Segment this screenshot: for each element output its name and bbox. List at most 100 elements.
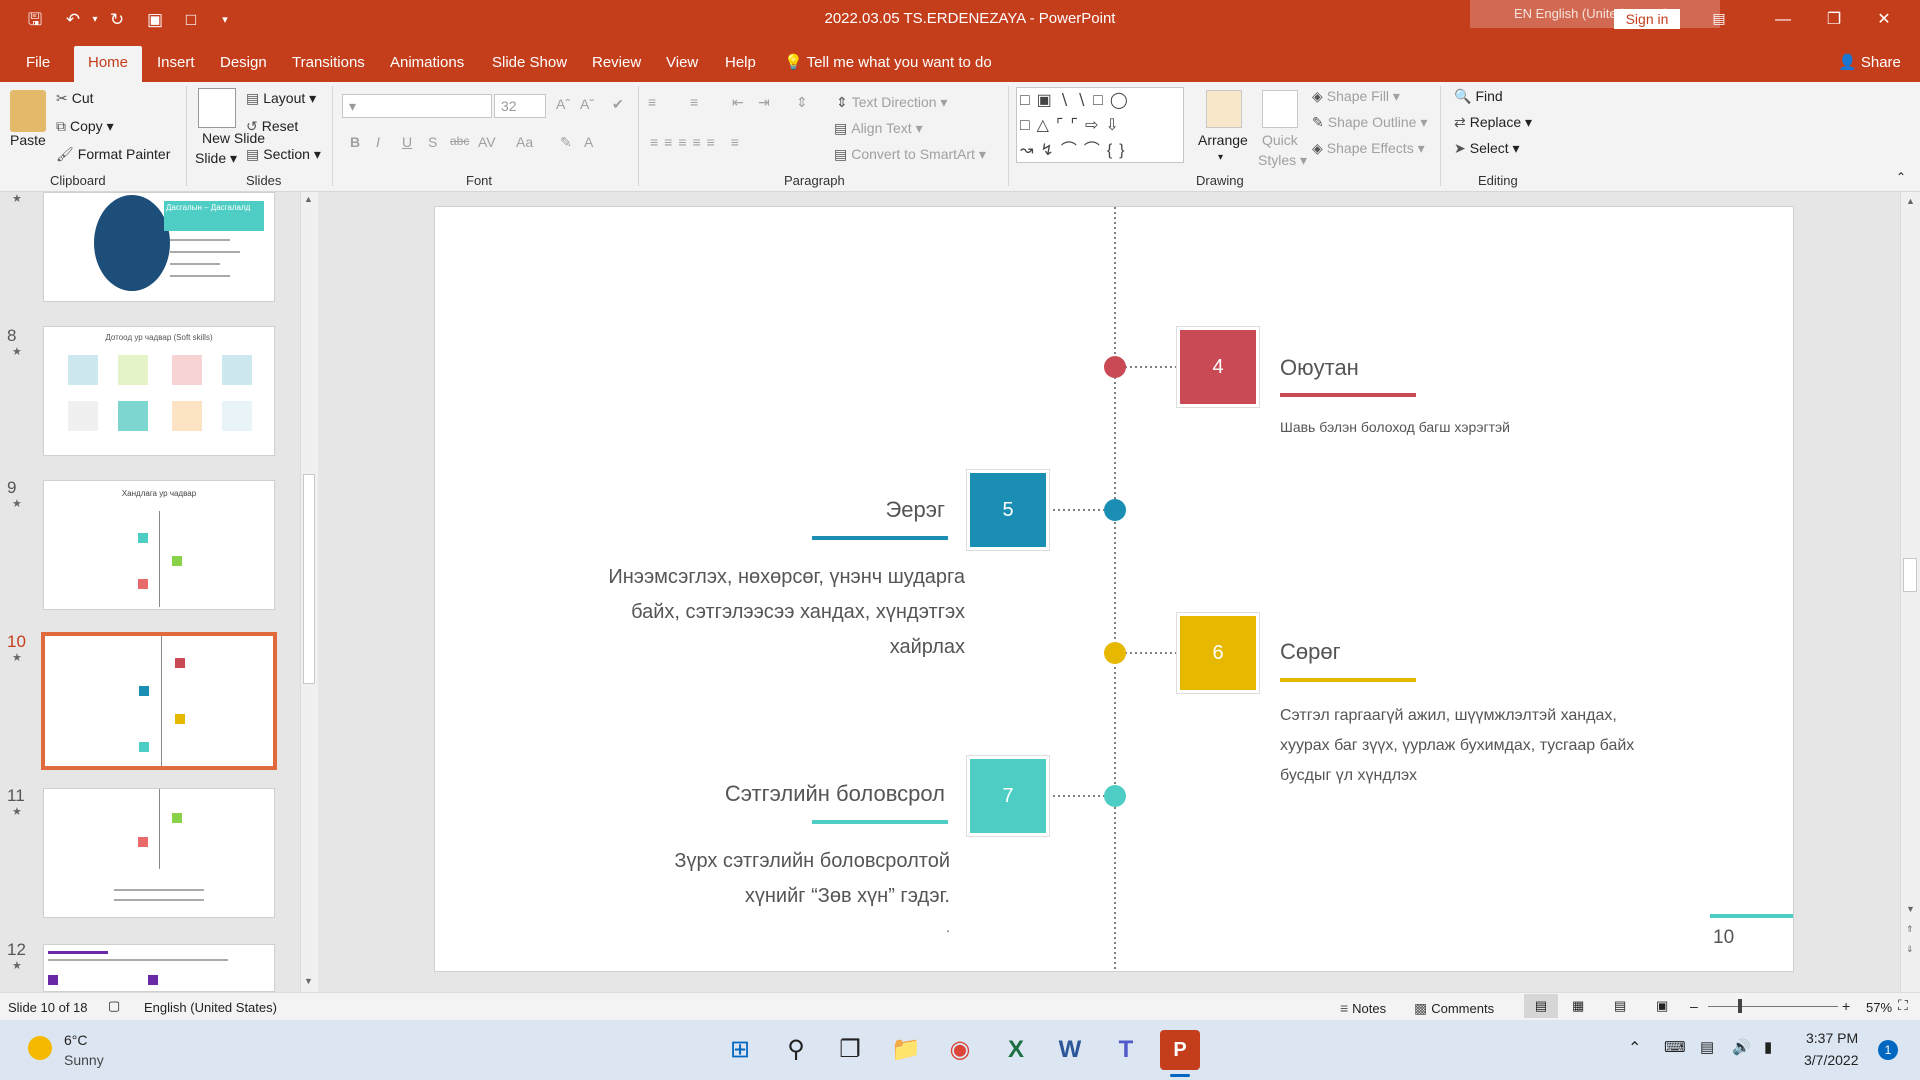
excel-icon[interactable]: X bbox=[996, 1030, 1036, 1070]
shadow-button[interactable]: S bbox=[428, 134, 437, 150]
text-direction-button[interactable]: ⇕ Text Direction ▾ bbox=[836, 94, 947, 111]
font-color-icon[interactable]: A bbox=[584, 134, 593, 150]
clock-time[interactable]: 3:37 PM bbox=[1806, 1030, 1858, 1046]
slide-counter[interactable]: Slide 10 of 18 bbox=[8, 1000, 88, 1015]
zoom-level[interactable]: 57% bbox=[1866, 1000, 1892, 1015]
thumbnail-slide-10-selected[interactable] bbox=[41, 632, 277, 770]
thumbnail-slide-8[interactable]: Дотоод ур чадвар (Soft skills) bbox=[43, 326, 275, 456]
shape-outline-button[interactable]: ✎ Shape Outline ▾ bbox=[1312, 114, 1427, 131]
minimize-button[interactable]: — bbox=[1755, 0, 1811, 40]
customize-toolbar-icon[interactable]: ▾ bbox=[212, 8, 238, 32]
maximize-button[interactable]: ❐ bbox=[1806, 0, 1862, 40]
sign-in-button[interactable]: Sign in bbox=[1614, 9, 1680, 29]
paste-icon[interactable] bbox=[10, 90, 46, 132]
convert-smartart-button[interactable]: ▤ Convert to SmartArt ▾ bbox=[834, 146, 986, 163]
language-status[interactable]: English (United States) bbox=[144, 1000, 277, 1015]
new-doc-icon[interactable]: □ bbox=[178, 8, 204, 32]
shapes-gallery[interactable]: □▣∖∖□◯ □△⌜⌜⇨⇩ ↝↯⌒⌒{} bbox=[1016, 87, 1184, 163]
zoom-out-icon[interactable]: – bbox=[1690, 998, 1698, 1014]
save-icon[interactable]: 🖫 bbox=[22, 8, 48, 32]
collapse-ribbon-icon[interactable]: ⌃ bbox=[1896, 170, 1906, 184]
thumbnail-slide-9[interactable]: Хандлага ур чадвар bbox=[43, 480, 275, 610]
network-icon[interactable]: ▤ bbox=[1700, 1038, 1714, 1056]
task-view-icon[interactable]: ❐ bbox=[830, 1030, 870, 1070]
tab-insert[interactable]: Insert bbox=[155, 46, 197, 82]
copy-button[interactable]: ⧉ Copy ▾ bbox=[56, 118, 114, 135]
zoom-slider[interactable] bbox=[1708, 1006, 1838, 1007]
keyboard-icon[interactable]: ⌨ bbox=[1664, 1038, 1686, 1056]
scroll-up-icon[interactable]: ▲ bbox=[304, 194, 313, 204]
arrange-button[interactable]: Arrange bbox=[1198, 132, 1248, 148]
slide-sorter-icon[interactable]: ▦ bbox=[1572, 998, 1584, 1014]
italic-button[interactable]: I bbox=[376, 134, 380, 150]
spelling-check-icon[interactable]: ▢ bbox=[108, 998, 120, 1014]
share-button[interactable]: 👤 Share bbox=[1836, 46, 1903, 82]
tab-animations[interactable]: Animations bbox=[388, 46, 466, 82]
new-slide-label-2[interactable]: Slide ▾ bbox=[195, 150, 237, 167]
previous-slide-icon[interactable]: ⇑ bbox=[1906, 924, 1914, 935]
thumbnail-scrollbar[interactable]: ▲ ▼ bbox=[300, 192, 318, 992]
tab-view[interactable]: View bbox=[664, 46, 700, 82]
highlight-color-icon[interactable]: ✎ bbox=[560, 134, 572, 151]
tab-design[interactable]: Design bbox=[218, 46, 269, 82]
tab-home[interactable]: Home bbox=[74, 46, 143, 82]
tab-slide-show[interactable]: Slide Show bbox=[490, 46, 569, 82]
editor-scrollbar[interactable]: ▲ ▼ ⇑ ⇓ bbox=[1900, 192, 1920, 992]
arrange-icon[interactable] bbox=[1206, 90, 1242, 128]
thumbnail-slide-11[interactable] bbox=[43, 788, 275, 918]
bullets-icon[interactable]: ≡ bbox=[648, 94, 656, 110]
section-button[interactable]: ▤ Section ▾ bbox=[246, 146, 321, 163]
font-size-input[interactable]: 32 bbox=[494, 94, 546, 118]
scroll-up-icon[interactable]: ▲ bbox=[1906, 196, 1915, 206]
numbering-icon[interactable]: ≡ bbox=[690, 94, 698, 110]
cut-button[interactable]: ✂ Cut bbox=[56, 90, 94, 107]
notification-badge[interactable]: 1 bbox=[1878, 1040, 1898, 1060]
zoom-in-icon[interactable]: + bbox=[1842, 998, 1850, 1014]
chrome-icon[interactable]: ◉ bbox=[940, 1030, 980, 1070]
reading-view-icon[interactable]: ▤ bbox=[1614, 998, 1626, 1014]
slide-show-icon[interactable]: ▣ bbox=[1656, 998, 1668, 1014]
weather-temp[interactable]: 6°C bbox=[64, 1032, 88, 1048]
file-explorer-icon[interactable]: 📁 bbox=[886, 1030, 926, 1070]
tab-file[interactable]: File bbox=[24, 46, 52, 82]
present-icon[interactable]: ▣ bbox=[142, 8, 168, 32]
scroll-down-icon[interactable]: ▼ bbox=[1906, 904, 1915, 914]
slide-10[interactable]: 4 Оюутан Шавь бэлэн болоход багш хэрэгтэ… bbox=[434, 206, 1794, 972]
windows-start-icon[interactable]: ⊞ bbox=[720, 1030, 760, 1070]
thumbnail-slide-12[interactable] bbox=[43, 944, 275, 992]
battery-icon[interactable]: ▮ bbox=[1764, 1038, 1772, 1056]
next-slide-icon[interactable]: ⇓ bbox=[1906, 944, 1914, 955]
strikethrough-button[interactable]: abc bbox=[450, 134, 469, 148]
search-icon[interactable]: ⚲ bbox=[776, 1030, 816, 1070]
tab-transitions[interactable]: Transitions bbox=[290, 46, 367, 82]
teams-icon[interactable]: T bbox=[1106, 1030, 1146, 1070]
font-family-input[interactable]: ▾ bbox=[342, 94, 492, 118]
underline-button[interactable]: U bbox=[402, 134, 412, 150]
find-button[interactable]: 🔍 Find bbox=[1454, 88, 1503, 105]
clock-date[interactable]: 3/7/2022 bbox=[1804, 1052, 1859, 1068]
grow-font-icon[interactable]: Aˆ bbox=[556, 96, 570, 112]
quick-styles-label-2[interactable]: Styles ▾ bbox=[1258, 152, 1307, 169]
weather-desc[interactable]: Sunny bbox=[64, 1052, 104, 1068]
word-icon[interactable]: W bbox=[1050, 1030, 1090, 1070]
line-spacing-icon[interactable]: ⇕ bbox=[796, 94, 808, 111]
redo-icon[interactable]: ↻ bbox=[104, 8, 130, 32]
ribbon-display-icon[interactable]: ▤ bbox=[1706, 6, 1732, 30]
scroll-thumb[interactable] bbox=[303, 474, 315, 684]
paste-button[interactable]: Paste bbox=[10, 132, 46, 148]
volume-icon[interactable]: 🔊 bbox=[1732, 1038, 1751, 1056]
powerpoint-icon[interactable]: P bbox=[1160, 1030, 1200, 1070]
reset-button[interactable]: ↺ Reset bbox=[246, 118, 298, 135]
layout-button[interactable]: ▤ Layout ▾ bbox=[246, 90, 316, 107]
comments-button[interactable]: ▩ Comments bbox=[1414, 1000, 1494, 1017]
fit-to-window-icon[interactable]: ⛶ bbox=[1898, 997, 1908, 1014]
decrease-indent-icon[interactable]: ⇤ bbox=[732, 94, 744, 111]
select-button[interactable]: ➤ Select ▾ bbox=[1454, 140, 1520, 157]
new-slide-icon[interactable] bbox=[198, 88, 236, 128]
quick-styles-button[interactable]: Quick bbox=[1262, 132, 1298, 148]
replace-button[interactable]: ⇄ Replace ▾ bbox=[1454, 114, 1532, 131]
shape-fill-button[interactable]: ◈ Shape Fill ▾ bbox=[1312, 88, 1400, 105]
notes-button[interactable]: ≡ Notes bbox=[1340, 1000, 1386, 1016]
thumbnail-slide-7[interactable]: Дасгалын – Дасгалалд bbox=[43, 192, 275, 302]
show-hidden-icons[interactable]: ⌃ bbox=[1628, 1038, 1641, 1058]
